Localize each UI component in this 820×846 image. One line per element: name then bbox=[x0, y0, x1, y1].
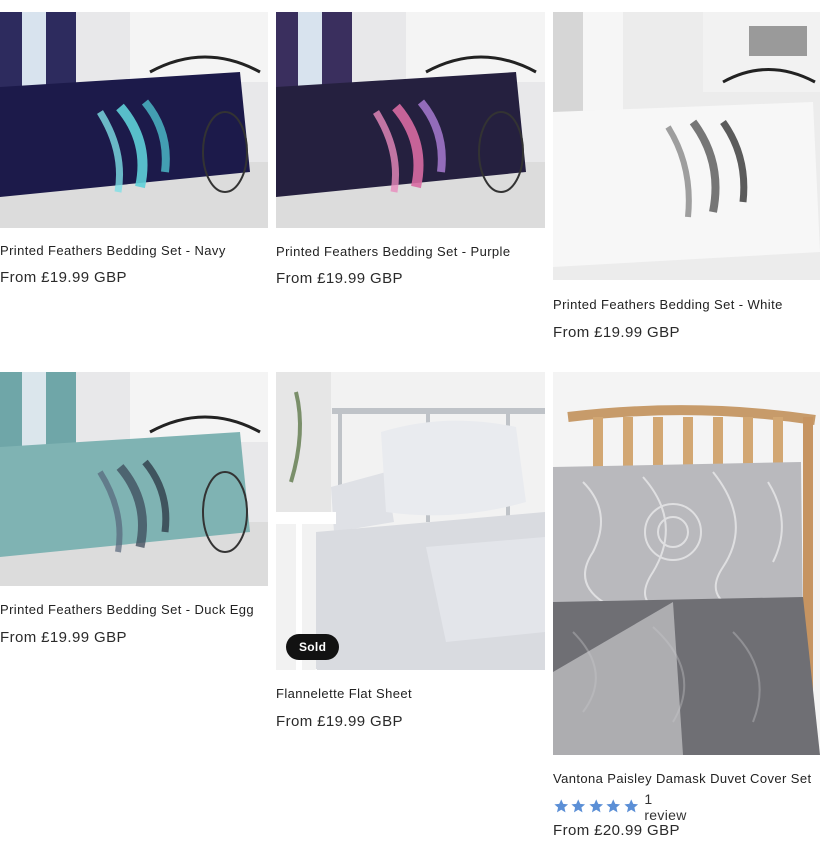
product-price: From £19.99 GBP bbox=[0, 269, 127, 286]
product-price: From £19.99 GBP bbox=[553, 324, 680, 341]
star-icon bbox=[605, 798, 621, 816]
product-image-flannelette[interactable] bbox=[276, 372, 545, 670]
product-price: From £19.99 GBP bbox=[276, 713, 403, 730]
product-image-navy[interactable] bbox=[0, 12, 268, 228]
product-title[interactable]: Printed Feathers Bedding Set - Duck Egg bbox=[0, 602, 254, 617]
review-count: 1 review bbox=[644, 791, 687, 823]
sold-out-badge: Sold out bbox=[286, 634, 340, 680]
product-image-duck-egg[interactable] bbox=[0, 372, 268, 586]
product-title[interactable]: Printed Feathers Bedding Set - White bbox=[553, 297, 783, 312]
product-image-white[interactable] bbox=[553, 12, 820, 280]
product-title[interactable]: Flannelette Flat Sheet bbox=[276, 686, 412, 701]
product-price: From £19.99 GBP bbox=[0, 629, 127, 646]
product-image-purple[interactable] bbox=[276, 12, 545, 228]
product-image-vantona-paisley[interactable] bbox=[553, 372, 820, 755]
star-icon bbox=[588, 798, 604, 816]
star-icon bbox=[570, 798, 586, 816]
star-icon bbox=[623, 798, 639, 816]
product-title[interactable]: Printed Feathers Bedding Set - Navy bbox=[0, 243, 226, 258]
product-price: From £19.99 GBP bbox=[276, 270, 403, 287]
rating: 1 review bbox=[553, 791, 694, 823]
star-icon bbox=[553, 798, 569, 816]
product-title[interactable]: Printed Feathers Bedding Set - Purple bbox=[276, 244, 510, 259]
product-price: From £20.99 GBP bbox=[553, 822, 680, 839]
product-title[interactable]: Vantona Paisley Damask Duvet Cover Set bbox=[553, 771, 811, 786]
